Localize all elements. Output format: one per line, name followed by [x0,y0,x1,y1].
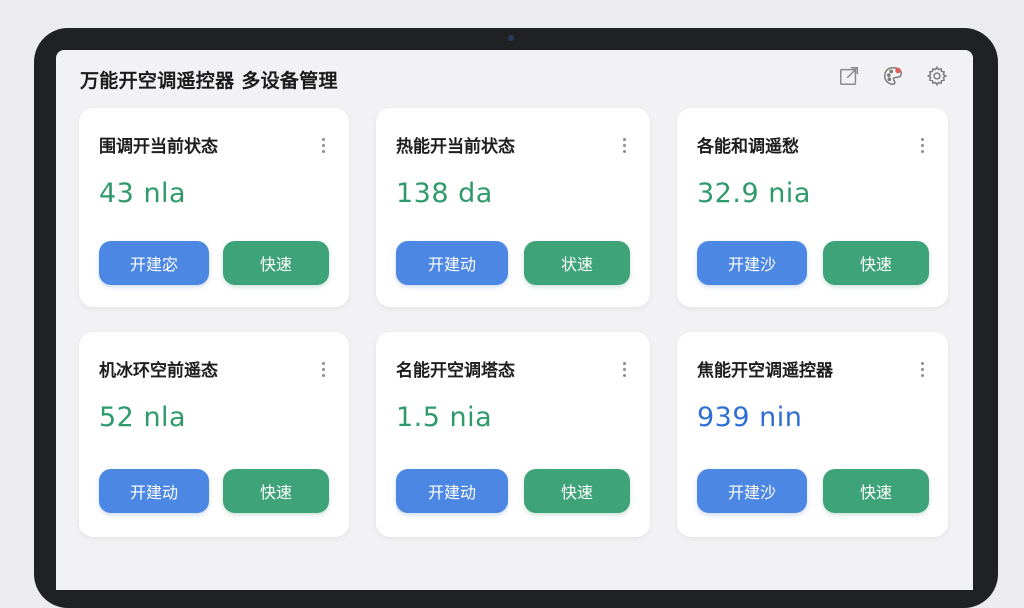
quick-button[interactable]: 快速 [223,241,329,285]
toolbar [837,64,949,88]
device-value: 32.9 nia [697,178,811,209]
device-card: 热能开当前状态 138 da 开建动 状速 [376,108,650,307]
primary-button[interactable]: 开建沙 [697,469,807,513]
more-options-icon[interactable] [614,358,634,380]
quick-button[interactable]: 快速 [524,469,630,513]
device-value: 43 nla [99,178,187,209]
card-title: 名能开空调塔态 [396,361,515,381]
card-title: 焦能开空调遥控器 [697,361,833,381]
card-title: 热能开当前状态 [396,137,515,157]
quick-button[interactable]: 快速 [223,469,329,513]
device-value: 1.5 nia [396,402,493,433]
card-title: 机冰环空前遥态 [99,361,218,381]
palette-icon[interactable] [881,64,905,88]
more-options-icon[interactable] [313,358,333,380]
camera-dot [508,35,514,41]
card-title: 围调开当前状态 [99,137,218,157]
device-value: 52 nla [99,402,187,433]
quick-button[interactable]: 快速 [823,469,929,513]
quick-button[interactable]: 快速 [823,241,929,285]
device-card: 机冰环空前遥态 52 nla 开建动 快速 [79,332,349,537]
primary-button[interactable]: 开建动 [396,469,508,513]
share-icon[interactable] [837,64,861,88]
card-title: 各能和调遥愁 [697,137,799,157]
status-button[interactable]: 状速 [524,241,630,285]
device-card: 焦能开空调遥控器 939 nin 开建沙 快速 [677,332,948,537]
primary-button[interactable]: 开建宓 [99,241,209,285]
device-value: 939 nin [697,402,803,433]
more-options-icon[interactable] [912,134,932,156]
primary-button[interactable]: 开建动 [396,241,508,285]
device-value: 138 da [396,178,493,209]
app-screen: 万能开空调遥控器 多设备管理 围调开当前状态 43 nla 开建宓 快速 热能开… [56,50,973,590]
gear-icon[interactable] [925,64,949,88]
more-options-icon[interactable] [313,134,333,156]
more-options-icon[interactable] [614,134,634,156]
primary-button[interactable]: 开建沙 [697,241,807,285]
device-card: 名能开空调塔态 1.5 nia 开建动 快速 [376,332,650,537]
page-title: 万能开空调遥控器 多设备管理 [80,70,338,92]
device-card: 围调开当前状态 43 nla 开建宓 快速 [79,108,349,307]
primary-button[interactable]: 开建动 [99,469,209,513]
more-options-icon[interactable] [912,358,932,380]
device-card: 各能和调遥愁 32.9 nia 开建沙 快速 [677,108,948,307]
